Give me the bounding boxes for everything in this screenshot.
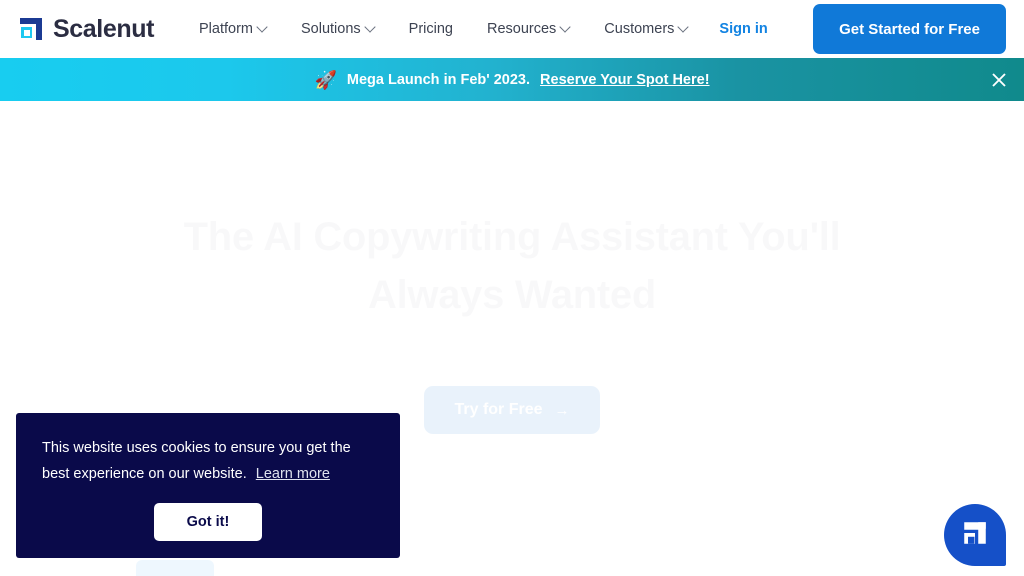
chevron-down-icon [679, 23, 688, 32]
brand-name: Scalenut [53, 15, 154, 44]
reserve-spot-link[interactable]: Reserve Your Spot Here! [540, 72, 710, 88]
nav-links: Platform Solutions Pricing Resources Cus… [182, 15, 782, 43]
loading-placeholder-panel [136, 560, 214, 576]
sign-in-link[interactable]: Sign in [705, 15, 781, 43]
nav-item-platform[interactable]: Platform [182, 15, 284, 43]
nav-item-solutions[interactable]: Solutions [284, 15, 392, 43]
announcement-content: 🚀 Mega Launch in Feb' 2023. Reserve Your… [314, 71, 709, 89]
nav-item-label: Pricing [409, 21, 453, 37]
nav-item-label: Platform [199, 21, 253, 37]
chevron-down-icon [561, 23, 570, 32]
chat-widget-button[interactable] [944, 504, 1006, 566]
nav-item-pricing[interactable]: Pricing [392, 15, 470, 43]
try-for-free-button[interactable]: Try for Free → [424, 386, 599, 434]
rocket-icon: 🚀 [314, 71, 336, 89]
cookie-consent-message: This website uses cookies to ensure you … [42, 435, 374, 488]
arrow-right-icon: → [555, 402, 570, 419]
get-started-button[interactable]: Get Started for Free [813, 4, 1006, 54]
nav-item-label: Customers [604, 21, 674, 37]
nav-item-label: Solutions [301, 21, 361, 37]
cookie-consent-banner: This website uses cookies to ensure you … [16, 413, 400, 558]
nav-item-label: Resources [487, 21, 556, 37]
scalenut-corner-mark-icon [18, 16, 44, 42]
try-for-free-label: Try for Free [454, 401, 542, 419]
nav-item-customers[interactable]: Customers [587, 15, 705, 43]
cookie-button-row: Got it! [42, 503, 374, 541]
brand-logo[interactable]: Scalenut [18, 15, 154, 44]
announcement-text: Mega Launch in Feb' 2023. [347, 72, 530, 88]
navbar: Scalenut Platform Solutions Pricing Reso… [0, 0, 1024, 58]
scalenut-chat-bubble-icon [961, 519, 989, 552]
hero-section: The AI Copywriting Assistant You'll Alwa… [0, 101, 1024, 434]
accept-cookies-button[interactable]: Got it! [154, 503, 263, 541]
chevron-down-icon [258, 23, 267, 32]
page-title: The AI Copywriting Assistant You'll Alwa… [132, 209, 892, 324]
announcement-banner: 🚀 Mega Launch in Feb' 2023. Reserve Your… [0, 58, 1024, 101]
chevron-down-icon [366, 23, 375, 32]
nav-item-resources[interactable]: Resources [470, 15, 587, 43]
learn-more-link[interactable]: Learn more [256, 466, 330, 482]
close-icon[interactable] [986, 67, 1012, 93]
